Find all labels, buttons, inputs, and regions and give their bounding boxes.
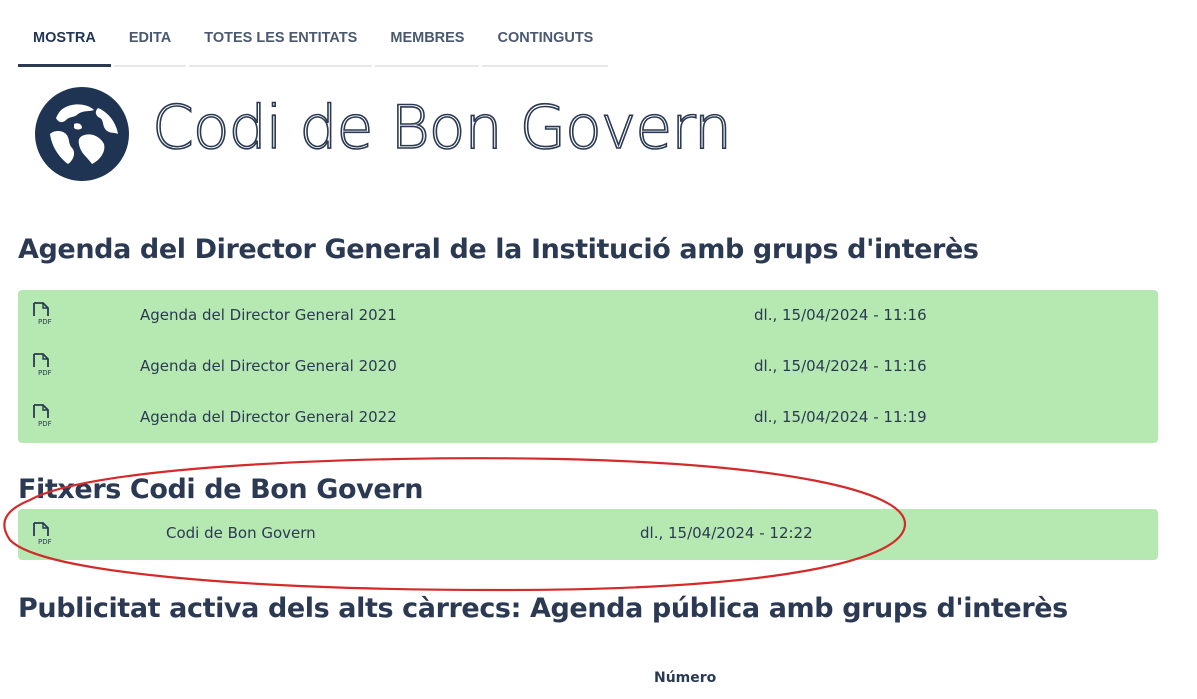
tab-edita[interactable]: EDITA xyxy=(113,22,187,67)
svg-text:PDF: PDF xyxy=(38,420,52,428)
file-link[interactable]: Agenda del Director General 2022 xyxy=(140,408,397,426)
tab-continguts[interactable]: CONTINGUTS xyxy=(482,22,609,67)
svg-text:PDF: PDF xyxy=(38,318,52,326)
file-date: dl., 15/04/2024 - 11:16 xyxy=(754,306,927,324)
svg-text:PDF: PDF xyxy=(38,538,52,546)
pdf-icon[interactable]: PDF xyxy=(32,302,54,326)
section-title-fitxers-codi: Fitxers Codi de Bon Govern xyxy=(18,474,424,505)
site-title: Codi de Bon Govern xyxy=(151,92,732,164)
file-date: dl., 15/04/2024 - 11:16 xyxy=(754,357,927,375)
file-date: dl., 15/04/2024 - 11:19 xyxy=(754,408,927,426)
file-link[interactable]: Agenda del Director General 2021 xyxy=(140,306,397,324)
svg-text:PDF: PDF xyxy=(38,369,52,377)
file-link[interactable]: Agenda del Director General 2020 xyxy=(140,357,397,375)
file-link[interactable]: Codi de Bon Govern xyxy=(166,524,316,542)
tab-totes-les-entitats[interactable]: TOTES LES ENTITATS xyxy=(189,22,373,67)
file-row: PDF Agenda del Director General 2020 dl.… xyxy=(18,341,1158,392)
file-list-agenda-director: PDF Agenda del Director General 2021 dl.… xyxy=(18,290,1158,443)
tab-bar: MOSTRA EDITA TOTES LES ENTITATS MEMBRES … xyxy=(18,22,611,67)
file-row: PDF Codi de Bon Govern dl., 15/04/2024 -… xyxy=(18,509,1158,560)
pdf-icon[interactable]: PDF xyxy=(32,522,54,546)
section-title-publicitat-activa: Publicitat activa dels alts càrrecs: Age… xyxy=(18,593,1068,624)
globe-icon xyxy=(34,86,130,182)
file-list-fitxers-codi: PDF Codi de Bon Govern dl., 15/04/2024 -… xyxy=(18,509,1158,560)
pdf-icon[interactable]: PDF xyxy=(32,353,54,377)
tab-mostra[interactable]: MOSTRA xyxy=(18,22,111,67)
section-title-agenda-director: Agenda del Director General de la Instit… xyxy=(18,234,979,265)
table-column-header: Número xyxy=(654,670,717,686)
file-row: PDF Agenda del Director General 2022 dl.… xyxy=(18,392,1158,443)
file-row: PDF Agenda del Director General 2021 dl.… xyxy=(18,290,1158,341)
file-date: dl., 15/04/2024 - 12:22 xyxy=(640,524,813,542)
pdf-icon[interactable]: PDF xyxy=(32,404,54,428)
tab-membres[interactable]: MEMBRES xyxy=(375,22,480,67)
